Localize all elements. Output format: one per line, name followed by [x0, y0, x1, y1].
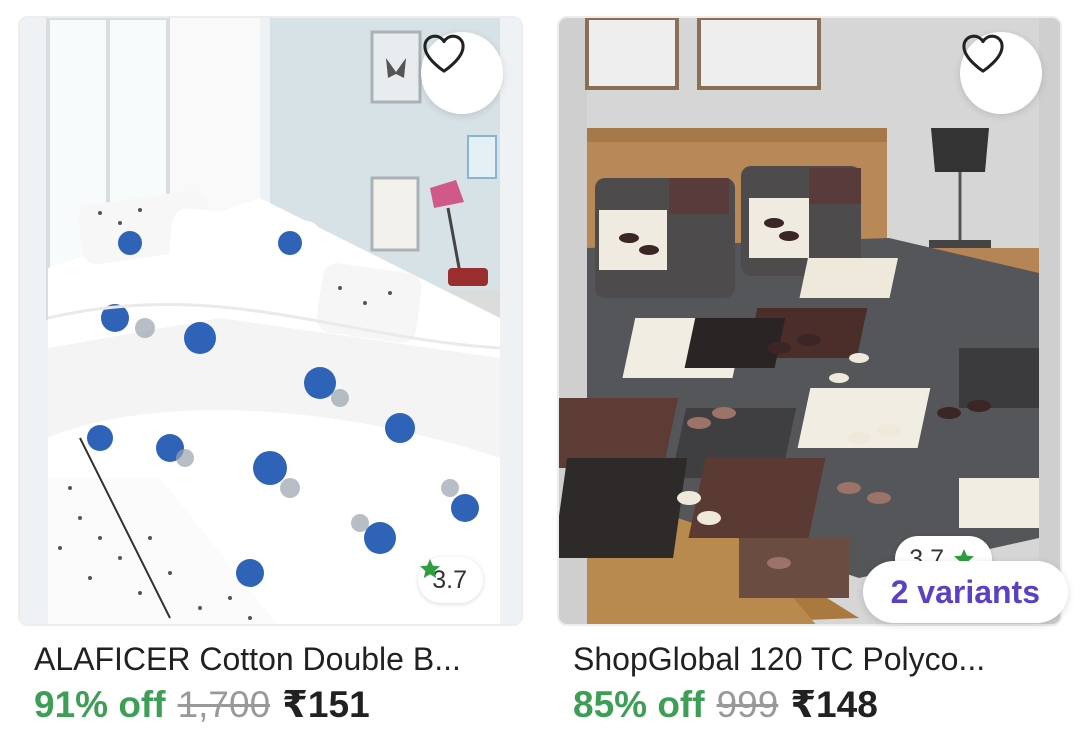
- wishlist-button-2[interactable]: [960, 32, 1042, 114]
- price-row: 91% off 1,700 ₹151: [34, 683, 370, 726]
- product-card-2[interactable]: 3.7 2 variants ShopGlobal 120 TC Polyco.…: [557, 16, 1068, 725]
- product-card-1[interactable]: 3.7 ALAFICER Cotton Double B... 91% off …: [18, 16, 523, 725]
- selling-price: ₹151: [282, 684, 370, 725]
- original-price: 1,700: [177, 684, 271, 725]
- heart-outline-icon: [962, 34, 1004, 73]
- discount-percent: 91% off: [34, 684, 166, 725]
- rating-badge-1: 3.7: [418, 557, 483, 603]
- product-title[interactable]: ALAFICER Cotton Double B...: [34, 641, 514, 678]
- wishlist-button-1[interactable]: [421, 32, 503, 114]
- original-price: 999: [716, 684, 779, 725]
- star-icon: [420, 559, 441, 578]
- discount-percent: 85% off: [573, 684, 705, 725]
- product-image-2[interactable]: [557, 16, 1062, 626]
- heart-outline-icon: [423, 34, 465, 73]
- variants-badge[interactable]: 2 variants: [862, 561, 1068, 623]
- product-image-1[interactable]: 3.7: [18, 16, 523, 626]
- selling-price: ₹148: [790, 684, 878, 725]
- price-row: 85% off 999 ₹148: [573, 683, 878, 726]
- product-title[interactable]: ShopGlobal 120 TC Polyco...: [573, 641, 1053, 678]
